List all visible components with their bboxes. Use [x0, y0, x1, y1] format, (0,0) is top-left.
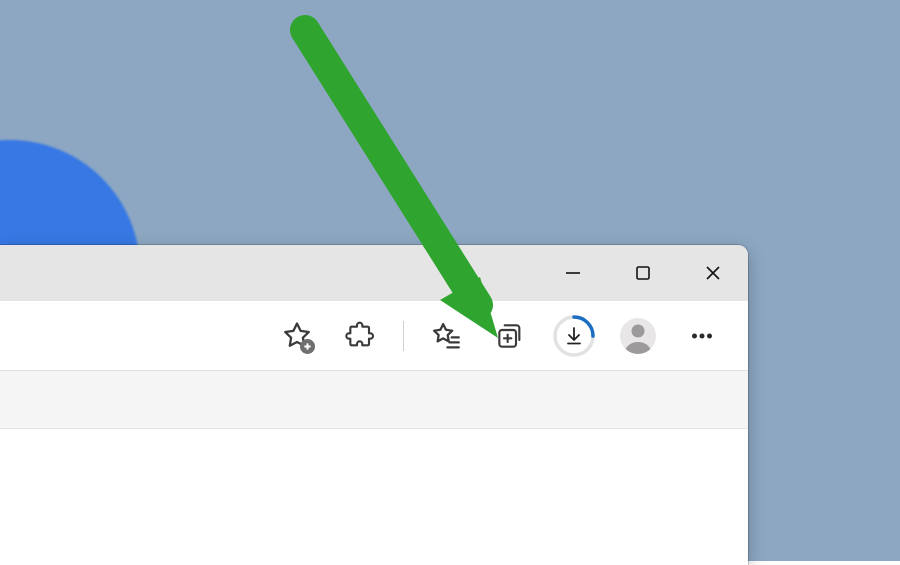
add-plus-badge-icon	[300, 339, 315, 354]
collections-icon	[494, 320, 526, 352]
window-titlebar[interactable]	[0, 245, 748, 301]
star-list-icon	[429, 319, 463, 353]
menu-button[interactable]	[676, 310, 728, 362]
browser-toolbar	[0, 301, 748, 371]
toolbar-separator	[403, 321, 404, 351]
desktop-background	[0, 0, 900, 561]
add-favorite-button[interactable]	[271, 310, 323, 362]
close-button[interactable]	[678, 251, 748, 295]
ellipsis-icon	[687, 321, 717, 351]
person-icon	[620, 318, 656, 354]
avatar	[620, 318, 656, 354]
extensions-button[interactable]	[335, 310, 387, 362]
downloads-button[interactable]	[548, 310, 600, 362]
puzzle-piece-icon	[345, 320, 377, 352]
collections-button[interactable]	[484, 310, 536, 362]
download-arrow-icon	[562, 324, 586, 348]
browser-window	[0, 245, 748, 565]
minimize-button[interactable]	[538, 251, 608, 295]
window-controls	[538, 245, 748, 293]
bookmarks-bar[interactable]	[0, 371, 748, 429]
favorites-button[interactable]	[420, 310, 472, 362]
profile-button[interactable]	[612, 310, 664, 362]
maximize-button[interactable]	[608, 251, 678, 295]
page-content-area[interactable]	[0, 429, 748, 565]
